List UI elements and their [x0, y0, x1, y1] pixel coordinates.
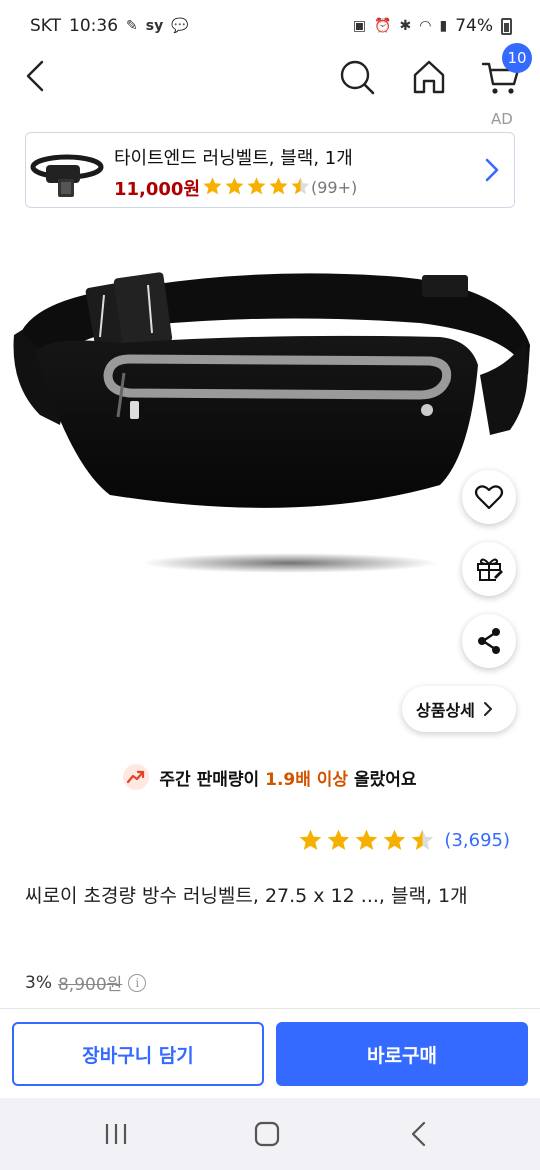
cart-count-badge: 10 — [502, 43, 532, 73]
ad-price: 11,000원 — [114, 179, 201, 200]
share-icon — [478, 628, 500, 654]
back-nav-button[interactable] — [402, 1118, 436, 1150]
product-detail-label: 상품상세 — [416, 701, 475, 720]
home-nav-icon — [254, 1121, 280, 1147]
original-price: 8,900원 — [57, 975, 123, 995]
alarm-icon: ⏰ — [374, 18, 392, 34]
home-nav-button[interactable] — [249, 1118, 283, 1150]
app-notification-text: sy — [145, 18, 164, 34]
ad-label: AD — [491, 110, 513, 128]
sales-trend-banner: 주간 판매량이 1.9배 이상 올랐어요 — [0, 764, 540, 790]
gift-button[interactable] — [462, 542, 516, 596]
wifi-icon: ◠ — [419, 18, 432, 34]
star-icon — [247, 177, 266, 195]
chevron-right-icon — [483, 702, 492, 716]
battery-percent: 74% — [455, 16, 493, 36]
battery-icon — [501, 17, 512, 35]
product-rating[interactable]: (3,695) — [298, 828, 510, 853]
bluetooth-icon: ✱ — [399, 18, 412, 34]
star-icon — [384, 829, 406, 850]
ad-title: 타이트엔드 러닝벨트, 블랙, 1개 — [114, 148, 353, 169]
ad-product-thumbnail — [30, 154, 104, 197]
status-right: ▣ ⏰ ✱ ◠ ▮ 74% — [353, 16, 512, 36]
sales-trend-prefix: 주간 판매량이 — [159, 769, 266, 790]
back-nav-icon — [411, 1121, 426, 1147]
chevron-left-icon — [26, 60, 44, 92]
top-header — [0, 52, 540, 102]
like-button[interactable] — [462, 470, 516, 524]
search-icon — [340, 60, 375, 95]
signal-icon: ▮ — [439, 18, 448, 34]
trend-up-icon — [123, 764, 150, 790]
sales-trend-text: 주간 판매량이 1.9배 이상 올랐어요 — [159, 765, 416, 790]
star-icon — [203, 177, 222, 195]
lock-icon: ▣ — [352, 18, 367, 34]
buy-now-button[interactable]: 바로구매 — [276, 1022, 528, 1086]
rating-count: (3,695) — [444, 830, 510, 851]
star-icon — [412, 829, 434, 850]
home-button[interactable] — [408, 56, 450, 98]
status-bar: SKT 10:36 ✎ sy 💬 ▣ ⏰ ✱ ◠ ▮ 74% — [0, 0, 540, 52]
info-icon[interactable]: i — [128, 973, 147, 992]
recent-apps-button[interactable] — [99, 1118, 133, 1150]
home-icon — [413, 60, 445, 94]
star-icon — [328, 829, 350, 850]
star-icon — [300, 829, 322, 850]
back-button[interactable] — [22, 56, 56, 96]
system-nav-bar — [0, 1098, 540, 1170]
share-button[interactable] — [462, 614, 516, 668]
price-row: 3% 8,900원 i — [25, 970, 147, 995]
sales-trend-suffix: 올랐어요 — [348, 769, 417, 790]
chevron-right-icon — [485, 158, 499, 182]
star-icon — [269, 177, 288, 195]
heart-icon — [474, 485, 504, 510]
sales-trend-highlight: 1.9배 이상 — [265, 769, 349, 790]
star-icon — [291, 177, 310, 195]
bottom-action-bar: 장바구니 담기 바로구매 — [0, 1008, 540, 1098]
carrier-text: SKT — [30, 16, 62, 36]
status-left: SKT 10:36 ✎ sy 💬 — [30, 16, 189, 36]
gift-icon — [477, 558, 503, 581]
star-icon — [356, 829, 378, 850]
ad-rating-stars — [202, 176, 311, 197]
recent-apps-icon — [105, 1124, 127, 1144]
talk-icon: 💬 — [171, 18, 189, 34]
search-button[interactable] — [336, 56, 378, 98]
notification-icon: ✎ — [126, 18, 138, 34]
product-detail-button[interactable]: 상품상세 — [402, 686, 516, 732]
ad-banner[interactable]: 타이트엔드 러닝벨트, 블랙, 1개 11,000원 (99+) — [25, 132, 515, 208]
discount-rate: 3% — [25, 972, 52, 993]
product-image — [13, 272, 530, 573]
ad-review-count: (99+) — [311, 178, 358, 197]
clock-text: 10:36 — [69, 16, 119, 36]
product-rating-stars — [298, 828, 435, 853]
add-to-cart-button[interactable]: 장바구니 담기 — [12, 1022, 264, 1086]
star-icon — [225, 177, 244, 195]
product-title: 씨로이 초경량 방수 러닝벨트, 27.5 x 12 ..., 블랙, 1개 — [25, 885, 468, 907]
